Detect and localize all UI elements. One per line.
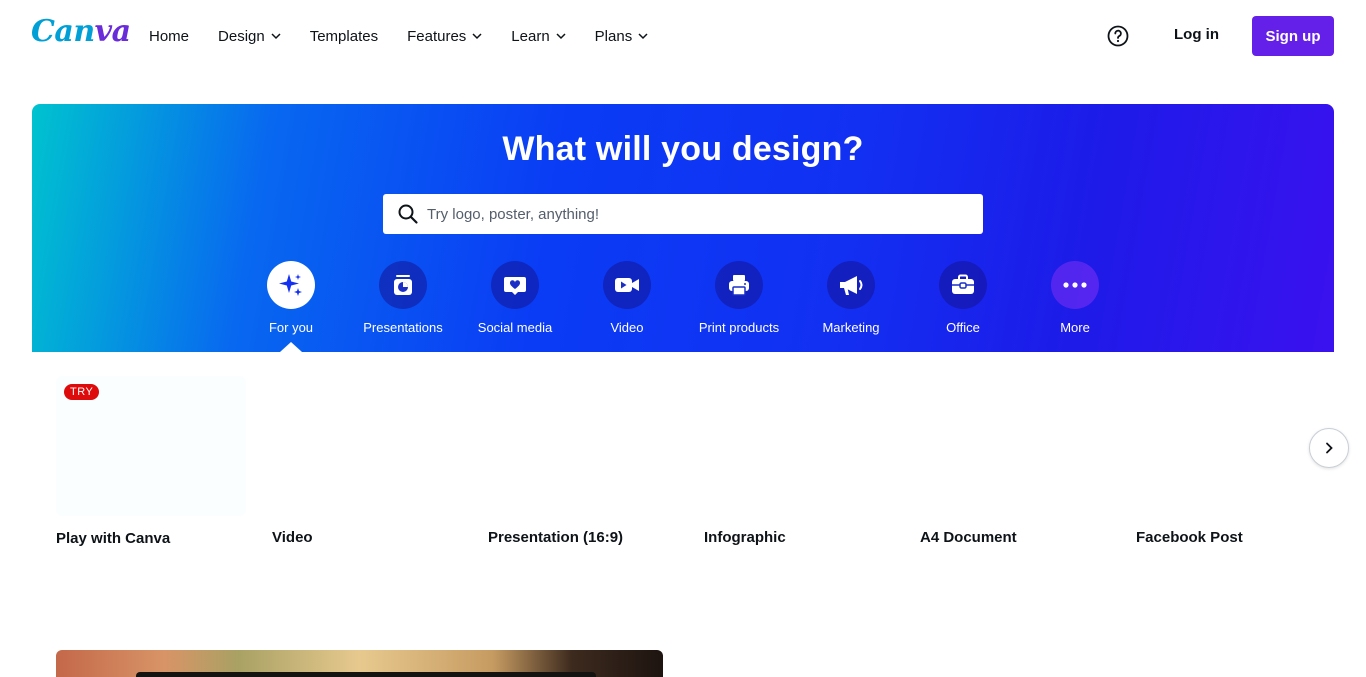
category-print-products[interactable]: Print products bbox=[683, 261, 795, 335]
category-office[interactable]: Office bbox=[907, 261, 1019, 335]
category-more[interactable]: More bbox=[1019, 261, 1131, 335]
nav-templates[interactable]: Templates bbox=[310, 26, 378, 46]
nav-templates-label: Templates bbox=[309, 27, 379, 45]
nav-features-label: Features bbox=[407, 27, 467, 45]
design-type-carousel: TRY Play with Canva Video Presentation (… bbox=[0, 376, 1366, 556]
chevron-right-icon bbox=[1326, 442, 1333, 454]
design-type-thumbnail bbox=[704, 375, 894, 515]
design-type-label: A4 Document bbox=[920, 529, 1017, 546]
design-type-thumbnail bbox=[1136, 375, 1326, 515]
heart-chat-icon bbox=[504, 277, 526, 295]
more-dots-icon bbox=[1063, 282, 1087, 288]
design-type-label: Facebook Post bbox=[1136, 529, 1243, 546]
nav-home[interactable]: Home bbox=[149, 26, 189, 46]
canva-logo[interactable]: Canva bbox=[31, 14, 131, 49]
category-for-you[interactable]: For you bbox=[235, 261, 347, 335]
design-type-label: Infographic bbox=[704, 529, 786, 546]
design-search-box[interactable] bbox=[383, 194, 983, 234]
design-type-presentation[interactable]: Presentation (16:9) bbox=[488, 375, 678, 546]
design-type-facebook-post[interactable]: Facebook Post bbox=[1136, 375, 1326, 546]
category-social-media[interactable]: Social media bbox=[459, 261, 571, 335]
nav-plans[interactable]: Plans bbox=[595, 26, 649, 46]
megaphone-icon bbox=[840, 276, 863, 295]
nav-design-label: Design bbox=[218, 27, 265, 45]
design-type-infographic[interactable]: Infographic bbox=[704, 375, 894, 546]
design-type-label: Video bbox=[272, 529, 313, 546]
design-type-label: Play with Canva bbox=[56, 530, 171, 547]
design-type-thumbnail bbox=[488, 375, 678, 515]
promo-image[interactable] bbox=[56, 650, 663, 677]
nav-plans-label: Plans bbox=[594, 27, 633, 45]
category-icon-wrap bbox=[939, 261, 987, 309]
category-icon-wrap bbox=[267, 261, 315, 309]
category-label: Social media bbox=[477, 320, 553, 335]
search-icon bbox=[398, 204, 418, 224]
category-video[interactable]: Video bbox=[571, 261, 683, 335]
design-type-video[interactable]: Video bbox=[272, 375, 462, 546]
design-type-label: Presentation (16:9) bbox=[488, 529, 624, 546]
category-marketing[interactable]: Marketing bbox=[795, 261, 907, 335]
category-label: Marketing bbox=[822, 320, 880, 335]
carousel-next-button[interactable] bbox=[1309, 428, 1349, 468]
category-icon-wrap bbox=[379, 261, 427, 309]
nav-home-label: Home bbox=[149, 27, 190, 45]
design-type-play-with-canva[interactable]: TRY Play with Canva bbox=[56, 376, 246, 547]
promo-image-device bbox=[136, 672, 596, 677]
category-label: Office bbox=[946, 320, 980, 335]
category-icon-wrap bbox=[1051, 261, 1099, 309]
hero-banner: What will you design? For you bbox=[32, 104, 1334, 352]
category-icon-wrap bbox=[715, 261, 763, 309]
category-icon-wrap bbox=[827, 261, 875, 309]
chevron-down-icon bbox=[556, 33, 566, 40]
main-nav: Home Design Templates Features Learn Pla… bbox=[149, 26, 677, 46]
login-link[interactable]: Log in bbox=[1174, 26, 1219, 43]
category-presentations[interactable]: Presentations bbox=[347, 261, 459, 335]
design-type-thumbnail bbox=[272, 375, 462, 515]
category-label: For you bbox=[268, 320, 314, 335]
chevron-down-icon bbox=[472, 33, 482, 40]
category-icon-wrap bbox=[491, 261, 539, 309]
nav-learn[interactable]: Learn bbox=[511, 26, 566, 46]
sparkle-icon bbox=[279, 274, 302, 296]
nav-learn-label: Learn bbox=[511, 27, 550, 45]
briefcase-icon bbox=[952, 274, 974, 294]
logo-part2: va bbox=[94, 14, 131, 49]
try-badge: TRY bbox=[64, 384, 100, 400]
top-navigation-bar: Canva Home Design Templates Features Lea… bbox=[0, 0, 1366, 72]
printer-icon bbox=[729, 275, 749, 296]
signup-button[interactable]: Sign up bbox=[1252, 16, 1334, 56]
nav-features[interactable]: Features bbox=[407, 26, 482, 46]
category-label: Presentations bbox=[363, 320, 443, 335]
active-tab-pointer bbox=[280, 342, 302, 352]
category-label: Video bbox=[610, 320, 644, 335]
category-icon-wrap bbox=[603, 261, 651, 309]
presentation-chart-icon bbox=[394, 275, 412, 295]
design-type-thumbnail bbox=[920, 375, 1110, 515]
design-type-a4-document[interactable]: A4 Document bbox=[920, 375, 1110, 546]
help-icon[interactable] bbox=[1106, 24, 1130, 48]
video-camera-icon bbox=[615, 278, 639, 292]
chevron-down-icon bbox=[638, 33, 648, 40]
category-label: Print products bbox=[698, 320, 780, 335]
nav-design[interactable]: Design bbox=[218, 26, 281, 46]
hero-title: What will you design? bbox=[502, 130, 864, 168]
chevron-down-icon bbox=[271, 33, 281, 40]
search-input[interactable] bbox=[427, 194, 983, 234]
category-label: More bbox=[1060, 320, 1090, 335]
logo-part1: Can bbox=[31, 14, 95, 49]
